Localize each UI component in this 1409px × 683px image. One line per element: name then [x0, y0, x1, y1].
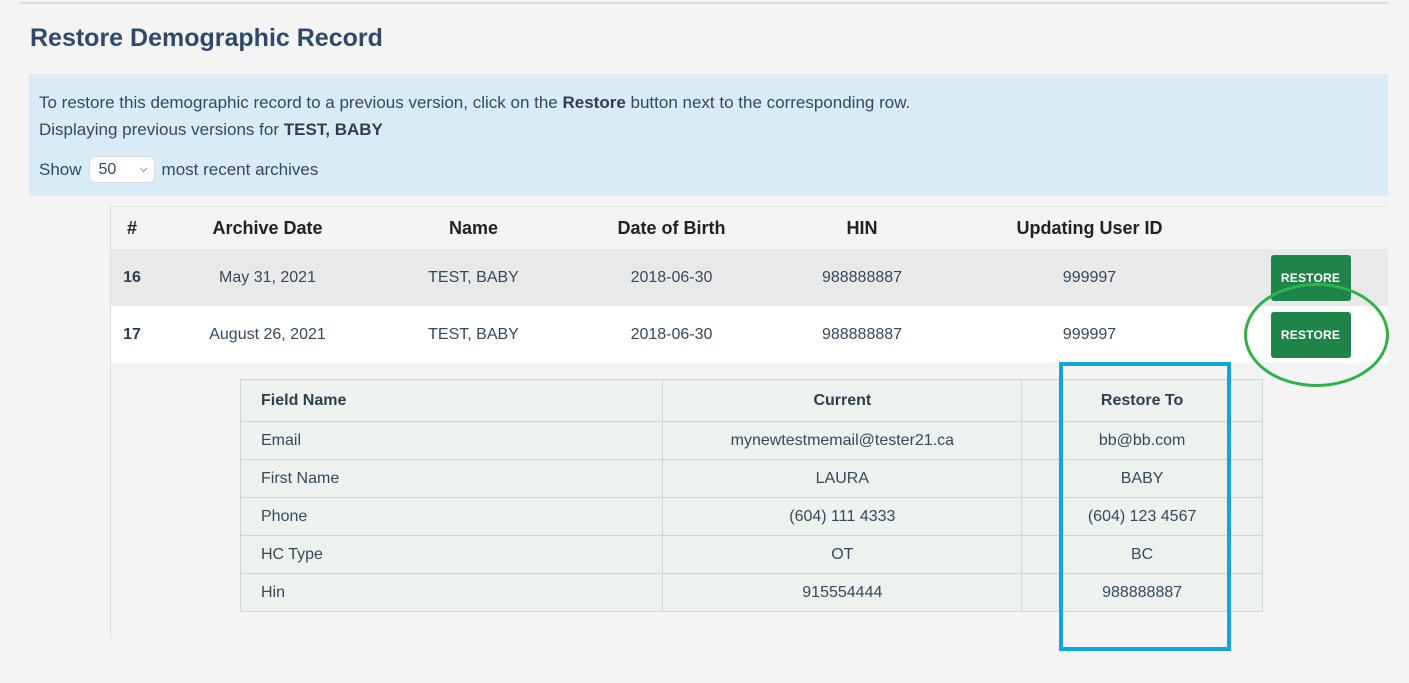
show-label: Show: [39, 159, 82, 179]
show-count-row: Show 50 ⌵ most recent archives: [39, 156, 1378, 183]
field-name: First Name: [239, 459, 664, 498]
row-archive-date: August 26, 2021: [153, 306, 382, 363]
col-header-number: #: [111, 207, 153, 249]
row-number: 16: [111, 249, 153, 306]
info-panel: To restore this demographic record to a …: [29, 74, 1388, 196]
restore-to-column-highlight-box: [1059, 362, 1231, 651]
current-value: (604) 111 4333: [662, 497, 1023, 536]
row-name: TEST, BABY: [382, 249, 565, 306]
field-name: Phone: [239, 497, 664, 536]
row-archive-date: May 31, 2021: [153, 249, 382, 306]
current-value: LAURA: [662, 459, 1023, 498]
archive-count-value: 50: [98, 160, 117, 178]
col-header-archive-date: Archive Date: [153, 207, 382, 249]
archive-table: # Archive Date Name Date of Birth HIN Up…: [111, 207, 1388, 363]
row-hin: 988888887: [778, 249, 946, 306]
chevron-down-icon: ⌵: [139, 163, 148, 175]
info-patient-line: Displaying previous versions for TEST, B…: [39, 119, 1378, 146]
col-header-dob: Date of Birth: [565, 207, 778, 249]
table-row: 17 August 26, 2021 TEST, BABY 2018-06-30…: [111, 306, 1388, 363]
instruction-bold: Restore: [562, 93, 626, 112]
instruction-text-end: button next to the corresponding row.: [625, 93, 911, 112]
col-header-action: [1233, 207, 1388, 249]
row-hin: 988888887: [778, 306, 946, 363]
current-value: OT: [662, 535, 1023, 574]
row-user-id: 999997: [946, 249, 1233, 306]
archive-table-header: # Archive Date Name Date of Birth HIN Up…: [111, 207, 1388, 249]
info-instructions: To restore this demographic record to a …: [39, 92, 1378, 119]
patient-prefix: Displaying previous versions for: [39, 120, 284, 139]
col-header-current: Current: [662, 379, 1023, 422]
patient-name: TEST, BABY: [283, 120, 383, 139]
field-name: Hin: [239, 573, 664, 612]
col-header-hin: HIN: [778, 207, 946, 249]
row-dob: 2018-06-30: [565, 306, 778, 363]
current-value: 915554444: [662, 573, 1023, 612]
col-header-field-name: Field Name: [239, 379, 664, 422]
top-divider: [20, 2, 1388, 4]
table-row: 16 May 31, 2021 TEST, BABY 2018-06-30 98…: [111, 249, 1388, 306]
page-title: Restore Demographic Record: [30, 24, 383, 52]
instruction-text: To restore this demographic record to a …: [39, 93, 563, 112]
col-header-user-id: Updating User ID: [946, 207, 1233, 249]
col-header-name: Name: [382, 207, 565, 249]
field-name: HC Type: [239, 535, 664, 574]
field-name: Email: [239, 421, 664, 460]
restore-button-highlight-ellipse: [1244, 283, 1389, 387]
row-user-id: 999997: [946, 306, 1233, 363]
row-name: TEST, BABY: [382, 306, 565, 363]
row-dob: 2018-06-30: [565, 249, 778, 306]
row-number: 17: [111, 306, 153, 363]
archive-count-select[interactable]: 50 ⌵: [88, 156, 155, 183]
current-value: mynewtestmemail@tester21.ca: [662, 421, 1023, 460]
show-suffix-label: most recent archives: [161, 159, 319, 179]
